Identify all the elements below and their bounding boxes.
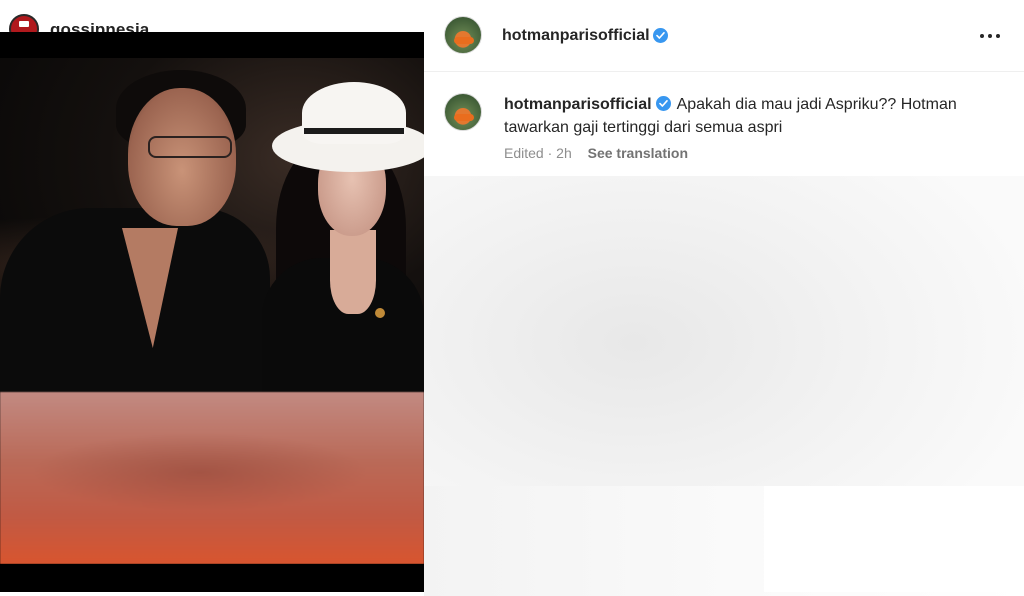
- photo-necklace-pendant: [375, 308, 385, 318]
- caption-author-avatar[interactable]: [444, 93, 482, 131]
- caption-author-username[interactable]: hotmanparisofficial: [504, 96, 652, 113]
- author-username[interactable]: hotmanparisofficial: [502, 27, 650, 45]
- edited-label: Edited: [504, 145, 544, 161]
- post-header: hotmanparisofficial: [424, 0, 1024, 72]
- verified-badge-icon: [655, 96, 671, 111]
- blurred-comments-area: [424, 176, 1024, 596]
- time-ago[interactable]: 2h: [556, 145, 572, 161]
- photo-hat-band: [304, 128, 404, 134]
- post-media[interactable]: gossipnesia: [0, 0, 424, 592]
- caption-text-block: hotmanparisofficial Apakah dia mau jadi A…: [504, 93, 984, 139]
- more-options-icon[interactable]: [979, 26, 1003, 46]
- media-bottom-bar: [0, 564, 424, 592]
- photo-hat-crown: [302, 82, 406, 144]
- blurred-region: [764, 486, 1024, 592]
- verified-badge-icon: [653, 28, 668, 43]
- repost-avatar: [9, 14, 39, 32]
- photo-man-glasses: [148, 136, 232, 158]
- photo-woman-neck: [330, 230, 376, 314]
- caption-comment: hotmanparisofficial Apakah dia mau jadi A…: [424, 72, 1024, 182]
- post-details-panel: hotmanparisofficial hotmanparisofficial A…: [424, 0, 1024, 596]
- blurred-caption-area: [0, 392, 424, 564]
- repost-watermark-header: gossipnesia: [0, 0, 424, 32]
- meta-separator: ·: [547, 145, 553, 161]
- post-photo: [0, 58, 424, 392]
- see-translation-link[interactable]: See translation: [588, 145, 688, 161]
- author-avatar[interactable]: [444, 16, 482, 54]
- caption-meta: Edited · 2h See translation: [504, 145, 688, 161]
- repost-account-name: gossipnesia: [50, 20, 150, 32]
